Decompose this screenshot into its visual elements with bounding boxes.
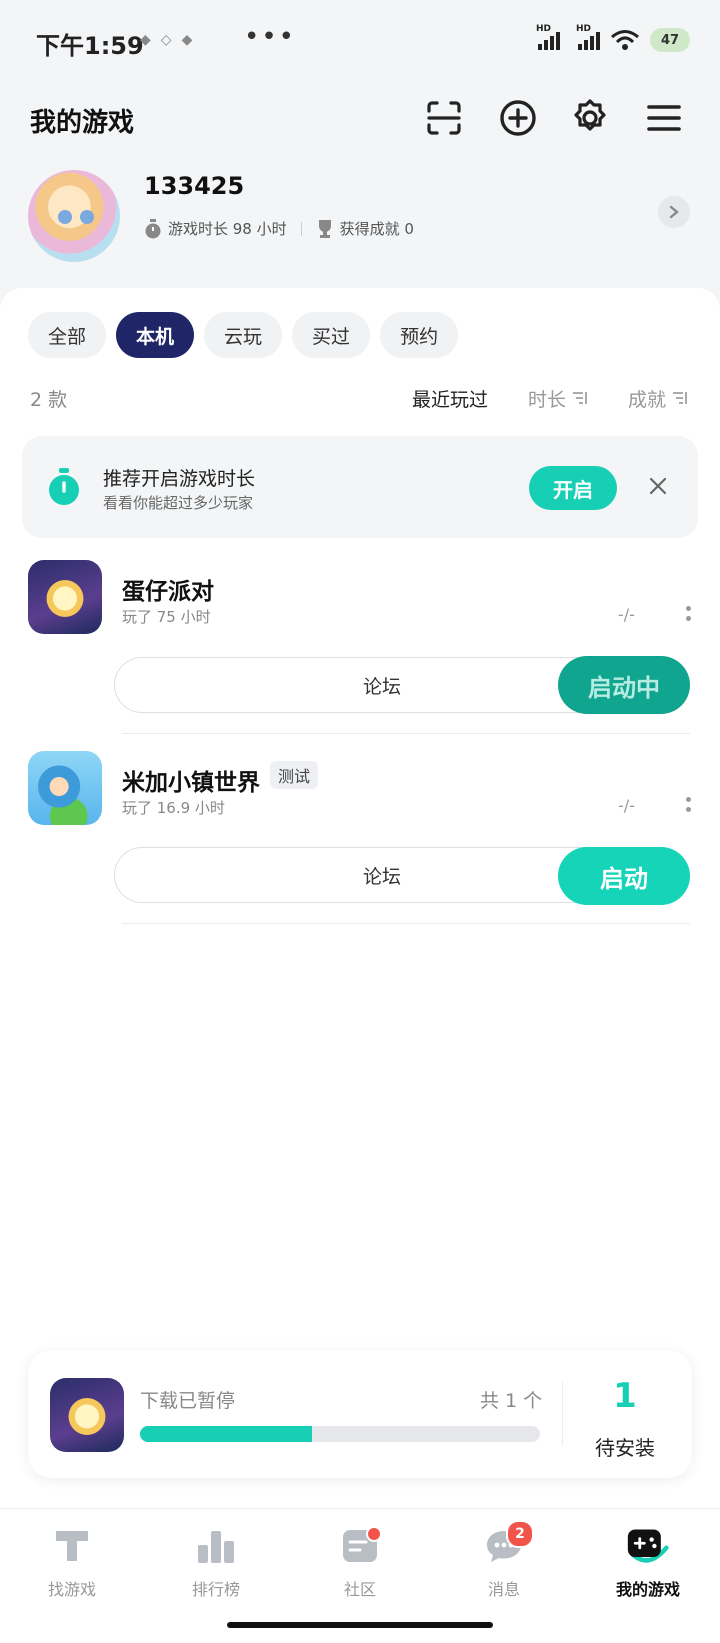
battery-icon: 47	[650, 28, 690, 52]
game-icon-eggy-party[interactable]	[28, 560, 102, 634]
launch-button[interactable]: 启动	[558, 847, 690, 905]
game-icon-miga-town[interactable]	[28, 751, 102, 825]
settings-gear-icon[interactable]	[570, 98, 610, 138]
app-notification-icon: ◆	[181, 32, 203, 48]
sort-recent[interactable]: 最近玩过	[412, 385, 488, 412]
enable-playtime-button[interactable]: 开启	[529, 466, 617, 510]
download-game-icon	[50, 1378, 124, 1452]
scan-icon[interactable]	[424, 98, 464, 138]
community-icon	[338, 1524, 382, 1568]
page-title: 我的游戏	[30, 108, 135, 138]
messages-badge: 2	[506, 1520, 534, 1548]
sort-duration[interactable]: 时长	[528, 385, 588, 412]
game-name[interactable]: 蛋仔派对	[122, 572, 214, 606]
nav-my-games[interactable]: 我的游戏	[576, 1524, 720, 1600]
profile-stats: 游戏时长 98 小时 获得成就 0	[144, 218, 414, 239]
sort-icon	[572, 392, 587, 404]
find-games-icon	[50, 1524, 94, 1568]
launch-button[interactable]: 启动中	[558, 656, 690, 714]
tip-subtitle: 看看你能超过多少玩家	[103, 494, 254, 512]
pending-install-label[interactable]: 待安装	[560, 1432, 690, 1461]
filter-chip-cloud[interactable]: 云玩	[204, 312, 283, 358]
pending-install-count[interactable]: 1	[560, 1376, 690, 1416]
stopwatch-icon	[145, 218, 161, 238]
test-badge: 测试	[270, 761, 319, 789]
download-progress-fill	[140, 1426, 312, 1442]
more-options-icon[interactable]	[685, 606, 691, 626]
signal-icon: HD	[536, 24, 560, 50]
my-games-gamepad-icon	[626, 1524, 670, 1568]
game-achievement-progress: -/-	[618, 796, 635, 815]
row-divider	[122, 923, 690, 924]
nav-community[interactable]: 社区	[288, 1524, 432, 1600]
download-status: 下载已暂停	[140, 1390, 236, 1412]
game-playtime: 玩了 16.9 小时	[122, 799, 225, 817]
menu-icon[interactable]	[644, 98, 684, 138]
playtime-label: 游戏时长 98 小时	[168, 220, 287, 238]
trophy-icon	[318, 219, 331, 238]
avatar[interactable]	[28, 170, 120, 262]
filter-chip-purchased[interactable]: 买过	[292, 312, 371, 358]
app-notification-icon: ◇	[160, 32, 182, 48]
rankings-icon	[194, 1524, 238, 1568]
signal-icon: HD	[576, 24, 600, 50]
notification-icons: ◆◇◆	[140, 32, 202, 48]
filter-chip-all[interactable]: 全部	[28, 312, 107, 358]
sort-achievement[interactable]: 成就	[628, 385, 688, 412]
stats-divider	[300, 221, 302, 236]
filter-chip-reserved[interactable]: 预约	[380, 312, 459, 358]
app-notification-icon: ◆	[140, 32, 161, 48]
game-count: 2 款	[30, 389, 68, 411]
nav-messages[interactable]: 2 消息	[432, 1520, 576, 1600]
close-icon[interactable]	[646, 474, 670, 498]
sort-options: 最近玩过 时长 成就	[412, 385, 688, 412]
more-notifications-icon: •••	[244, 22, 297, 52]
profile-chevron-right-icon[interactable]	[658, 196, 690, 228]
download-total: 共 1 个	[480, 1390, 543, 1412]
game-achievement-progress: -/-	[618, 605, 635, 624]
wifi-icon	[611, 30, 639, 50]
nav-find-games[interactable]: 找游戏	[0, 1524, 144, 1600]
home-indicator[interactable]	[227, 1622, 493, 1628]
community-notification-dot	[366, 1526, 382, 1542]
status-time: 下午1:59	[36, 32, 144, 60]
messages-icon: 2	[482, 1520, 534, 1568]
tip-title: 推荐开启游戏时长	[103, 468, 256, 490]
game-playtime: 玩了 75 小时	[122, 608, 211, 626]
game-name[interactable]: 米加小镇世界	[122, 763, 260, 797]
download-progress-bar	[140, 1426, 540, 1442]
stopwatch-icon	[49, 468, 79, 505]
achievements-label: 获得成就 0	[339, 220, 414, 238]
status-right: HD HD 47	[536, 24, 690, 52]
add-icon[interactable]	[498, 98, 538, 138]
row-divider	[122, 733, 690, 734]
filter-chip-local[interactable]: 本机	[116, 312, 195, 358]
filter-chips: 全部 本机 云玩 买过 预约	[28, 312, 459, 358]
nav-rankings[interactable]: 排行榜	[144, 1524, 288, 1600]
sort-icon	[673, 392, 687, 404]
username[interactable]: 133425	[144, 172, 244, 200]
more-options-icon[interactable]	[685, 797, 691, 817]
